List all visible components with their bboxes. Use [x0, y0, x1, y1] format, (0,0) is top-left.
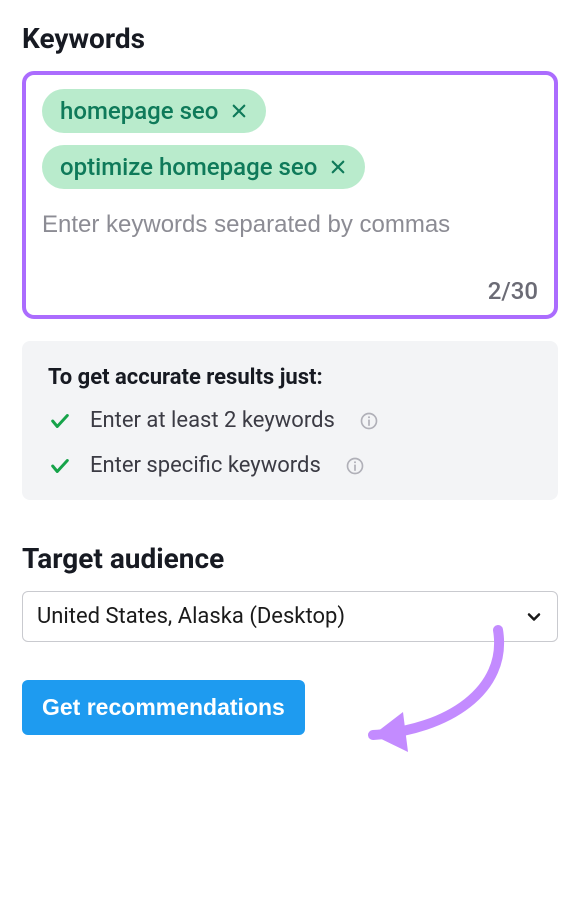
info-icon[interactable] — [345, 456, 365, 476]
get-recommendations-button[interactable]: Get recommendations — [22, 680, 305, 735]
keywords-heading: Keywords — [22, 22, 558, 55]
keyword-tag-label: optimize homepage seo — [60, 153, 317, 181]
target-audience-heading: Target audience — [22, 542, 558, 575]
tip-item: Enter specific keywords — [48, 453, 532, 478]
check-icon — [48, 454, 72, 478]
keywords-counter: 2/30 — [42, 247, 538, 305]
tip-text: Enter at least 2 keywords — [90, 408, 335, 433]
tips-panel: To get accurate results just: Enter at l… — [22, 341, 558, 500]
keyword-tag: homepage seo — [42, 89, 266, 133]
tips-heading: To get accurate results just: — [48, 365, 532, 390]
target-audience-value: United States, Alaska (Desktop) — [37, 604, 345, 629]
check-icon — [48, 409, 72, 433]
info-icon[interactable] — [359, 411, 379, 431]
tip-text: Enter specific keywords — [90, 453, 321, 478]
target-audience-select[interactable]: United States, Alaska (Desktop) — [22, 591, 558, 642]
keyword-tags: homepage seo optimize homepage seo — [42, 89, 538, 189]
close-icon[interactable] — [327, 156, 349, 178]
tip-item: Enter at least 2 keywords — [48, 408, 532, 433]
close-icon[interactable] — [228, 100, 250, 122]
keywords-text-input[interactable] — [42, 207, 538, 247]
keyword-tag-label: homepage seo — [60, 97, 218, 125]
keywords-input-box[interactable]: homepage seo optimize homepage seo 2/30 — [22, 71, 558, 319]
keyword-tag: optimize homepage seo — [42, 145, 365, 189]
